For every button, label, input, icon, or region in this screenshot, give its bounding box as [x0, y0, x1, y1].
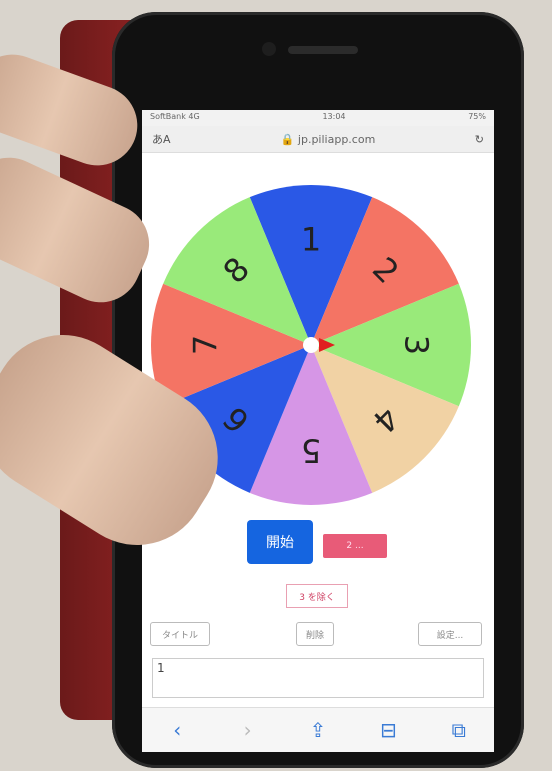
settings-button[interactable]: 設定... [418, 622, 482, 646]
reload-icon[interactable]: ↻ [464, 133, 484, 146]
back-icon[interactable]: ‹ [157, 718, 197, 742]
exclude-button[interactable]: 3 を除く [286, 584, 348, 608]
bookmarks-icon[interactable]: ⊟ [368, 718, 408, 742]
wheel-center-hub [303, 337, 319, 353]
status-bar: SoftBank 4G 13:04 75% [142, 110, 494, 126]
start-button[interactable]: 開始 [247, 520, 313, 564]
wheel-label-3: 3 [398, 335, 436, 355]
time-text: 13:04 [322, 112, 346, 121]
text-size-button[interactable]: あA [152, 131, 192, 147]
tabs-icon[interactable]: ⧉ [439, 718, 479, 742]
wheel-label-5: 5 [301, 432, 321, 470]
list-input[interactable]: 1 [152, 658, 484, 698]
title-button[interactable]: タイトル [150, 622, 210, 646]
share-icon[interactable]: ⇪ [298, 718, 338, 742]
phone-body: SoftBank 4G 13:04 75% あA 🔒 jp.piliapp.co… [112, 12, 524, 768]
earpiece-speaker [288, 46, 358, 54]
delete-button[interactable]: 削除 [296, 622, 334, 646]
wheel-label-7: 7 [186, 335, 224, 355]
skip-button[interactable]: 2 ... [323, 534, 387, 558]
url-text[interactable]: 🔒 jp.piliapp.com [192, 133, 464, 146]
forward-icon[interactable]: › [228, 718, 268, 742]
battery-text: 75% [468, 112, 486, 121]
safari-toolbar: ‹ › ⇪ ⊟ ⧉ [142, 707, 494, 752]
browser-url-bar[interactable]: あA 🔒 jp.piliapp.com ↻ [142, 126, 494, 153]
wheel-label-1: 1 [301, 220, 321, 258]
carrier-text: SoftBank 4G [150, 112, 200, 121]
front-camera [262, 42, 276, 56]
